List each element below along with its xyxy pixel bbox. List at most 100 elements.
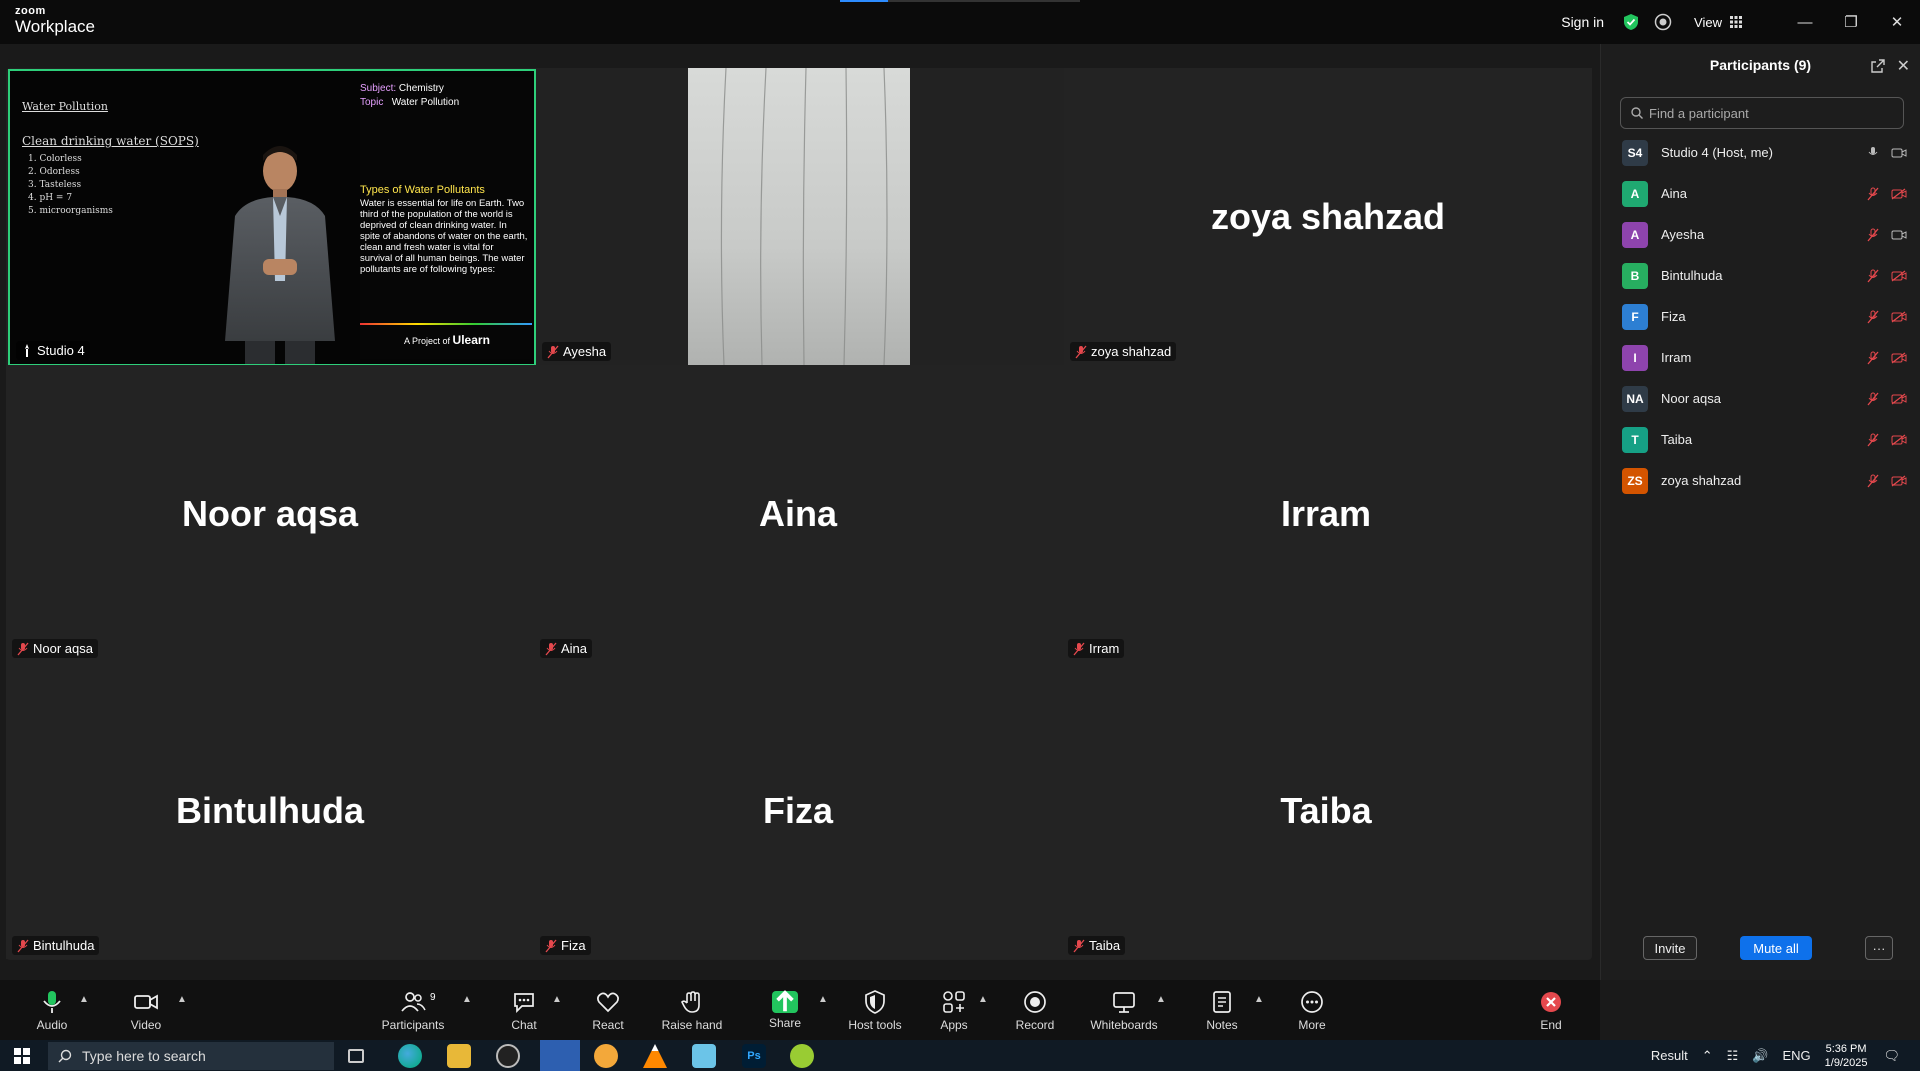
participant-row[interactable]: B Bintulhuda	[1601, 255, 1920, 296]
participants-options-chevron-icon[interactable]: ▲	[462, 994, 472, 1005]
edge-browser-icon[interactable]	[398, 1044, 422, 1068]
notes-button[interactable]: Notes	[1202, 980, 1242, 1040]
slide-heading: Types of Water Pollutants	[360, 184, 485, 196]
vlc-icon[interactable]	[643, 1044, 667, 1068]
participant-row[interactable]: ZS zoya shahzad	[1601, 460, 1920, 501]
project-credit: A Project of Ulearn	[404, 333, 490, 347]
video-tile-fiza[interactable]: Fiza Fiza	[534, 662, 1062, 959]
whiteboards-label: Whiteboards	[1090, 1017, 1158, 1032]
tile-big-name: Taiba	[1280, 789, 1372, 831]
participants-button[interactable]: Participants	[380, 980, 446, 1040]
more-button[interactable]: More	[1292, 980, 1332, 1040]
participant-search[interactable]	[1620, 97, 1904, 129]
participant-status-icons	[1867, 310, 1907, 324]
participant-row[interactable]: S4 Studio 4 (Host, me)	[1601, 132, 1920, 173]
close-icon[interactable]: ✕	[1874, 0, 1920, 44]
board-line: 4. pH = 7	[28, 193, 73, 203]
video-options-chevron-icon[interactable]: ▲	[177, 994, 187, 1005]
photoshop-icon[interactable]: Ps	[742, 1044, 766, 1068]
video-tile-irram[interactable]: Irram Irram	[1062, 365, 1590, 662]
avatar: F	[1622, 303, 1648, 330]
participant-row[interactable]: NA Noor aqsa	[1601, 378, 1920, 419]
tile-name: Ayesha	[563, 344, 607, 359]
whiteboards-options-chevron-icon[interactable]: ▲	[1156, 994, 1166, 1005]
topic-value: Water Pollution	[391, 97, 460, 108]
restore-icon[interactable]: ❐	[1828, 0, 1874, 44]
more-label: More	[1298, 1017, 1326, 1032]
video-tile-studio-4[interactable]: Water Pollution Clean drinking water (SO…	[8, 69, 536, 366]
muted-mic-icon	[1867, 474, 1879, 487]
subject-label: Subject:	[360, 83, 397, 94]
participant-name: Taiba	[1661, 432, 1693, 447]
muted-mic-icon	[17, 642, 29, 655]
participant-status-icons	[1867, 228, 1907, 242]
video-button[interactable]: Video	[124, 980, 168, 1040]
video-tile-aina[interactable]: Aina Aina	[534, 365, 1062, 662]
participant-status-icons	[1867, 474, 1907, 488]
video-tile-taiba[interactable]: Taiba Taiba	[1062, 662, 1590, 959]
participant-row[interactable]: T Taiba	[1601, 419, 1920, 460]
raise-hand-button[interactable]: Raise hand	[660, 980, 724, 1040]
participant-row[interactable]: A Ayesha	[1601, 214, 1920, 255]
recording-status-icon[interactable]	[1654, 13, 1672, 31]
participant-status-icons	[1867, 146, 1907, 160]
clock[interactable]: 5:36 PM 1/9/2025	[1825, 1042, 1868, 1070]
mic-icon	[1868, 146, 1878, 155]
search-input[interactable]	[1649, 105, 1889, 121]
notes-options-chevron-icon[interactable]: ▲	[1254, 994, 1264, 1005]
muted-mic-icon	[1867, 310, 1879, 323]
participant-row[interactable]: A Aina	[1601, 173, 1920, 214]
chat-options-chevron-icon[interactable]: ▲	[552, 994, 562, 1005]
audio-options-chevron-icon[interactable]: ▲	[79, 994, 89, 1005]
file-explorer-icon[interactable]	[447, 1044, 471, 1068]
invite-button[interactable]: Invite	[1643, 936, 1697, 960]
snipping-icon[interactable]	[790, 1044, 814, 1068]
video-tile-bintulhuda[interactable]: Bintulhuda Bintulhuda	[6, 662, 534, 959]
sign-in-link[interactable]: Sign in	[1561, 14, 1604, 30]
record-button[interactable]: Record	[1014, 980, 1056, 1040]
minimize-icon[interactable]: —	[1782, 0, 1828, 44]
network-icon[interactable]: ☷	[1727, 1048, 1739, 1064]
chrome-like-icon[interactable]	[496, 1044, 520, 1068]
video-tile-zoya-shahzad[interactable]: zoya shahzad zoya shahzad	[1064, 68, 1592, 365]
result-label[interactable]: Result	[1651, 1048, 1688, 1063]
paint-app-icon[interactable]	[594, 1044, 618, 1068]
tile-name: Studio 4	[37, 343, 85, 358]
volume-icon[interactable]: 🔊	[1752, 1048, 1768, 1064]
security-shield-icon[interactable]	[1622, 13, 1640, 31]
pop-out-icon[interactable]	[1870, 58, 1886, 74]
windows-start-icon[interactable]	[14, 1048, 30, 1064]
taskbar-search[interactable]: Type here to search	[48, 1042, 334, 1070]
zoom-app-icon[interactable]	[540, 1040, 580, 1071]
end-meeting-button[interactable]: End	[1531, 980, 1571, 1040]
share-button[interactable]: Share	[765, 980, 805, 1040]
participant-nametag: Aina	[540, 639, 593, 658]
notifications-icon[interactable]: 🗨	[1883, 1048, 1900, 1064]
muted-mic-icon	[545, 939, 557, 952]
participant-row[interactable]: I Irram	[1601, 337, 1920, 378]
view-button[interactable]: View	[1694, 15, 1742, 30]
host-tools-button[interactable]: Host tools	[845, 980, 905, 1040]
chat-icon	[514, 992, 534, 1013]
whiteboards-button[interactable]: Whiteboards	[1088, 980, 1160, 1040]
camera-off-icon	[1891, 434, 1907, 445]
apps-button[interactable]: Apps	[934, 980, 974, 1040]
whiteboard-video: Water Pollution Clean drinking water (SO…	[10, 71, 534, 364]
video-tile-noor-aqsa[interactable]: Noor aqsa Noor aqsa	[6, 365, 534, 662]
title-bar: zoom Workplace Sign in View — ❐ ✕	[0, 0, 1920, 44]
mute-all-button[interactable]: Mute all	[1740, 936, 1812, 960]
share-options-chevron-icon[interactable]: ▲	[818, 994, 828, 1005]
notepad-icon[interactable]	[692, 1044, 716, 1068]
audio-button[interactable]: Audio	[30, 980, 74, 1040]
react-button[interactable]: React	[588, 980, 628, 1040]
tile-name: Fiza	[561, 938, 586, 953]
participant-row[interactable]: F Fiza	[1601, 296, 1920, 337]
apps-options-chevron-icon[interactable]: ▲	[978, 994, 988, 1005]
task-view-icon[interactable]	[348, 1049, 364, 1063]
language-indicator[interactable]: ENG	[1782, 1048, 1810, 1063]
panel-more-button[interactable]: ···	[1865, 936, 1893, 960]
tile-big-name: Noor aqsa	[181, 492, 359, 534]
close-panel-icon[interactable]: ✕	[1897, 56, 1910, 76]
tray-chevron-icon[interactable]: ⌃	[1702, 1048, 1713, 1064]
chat-button[interactable]: Chat	[504, 980, 544, 1040]
